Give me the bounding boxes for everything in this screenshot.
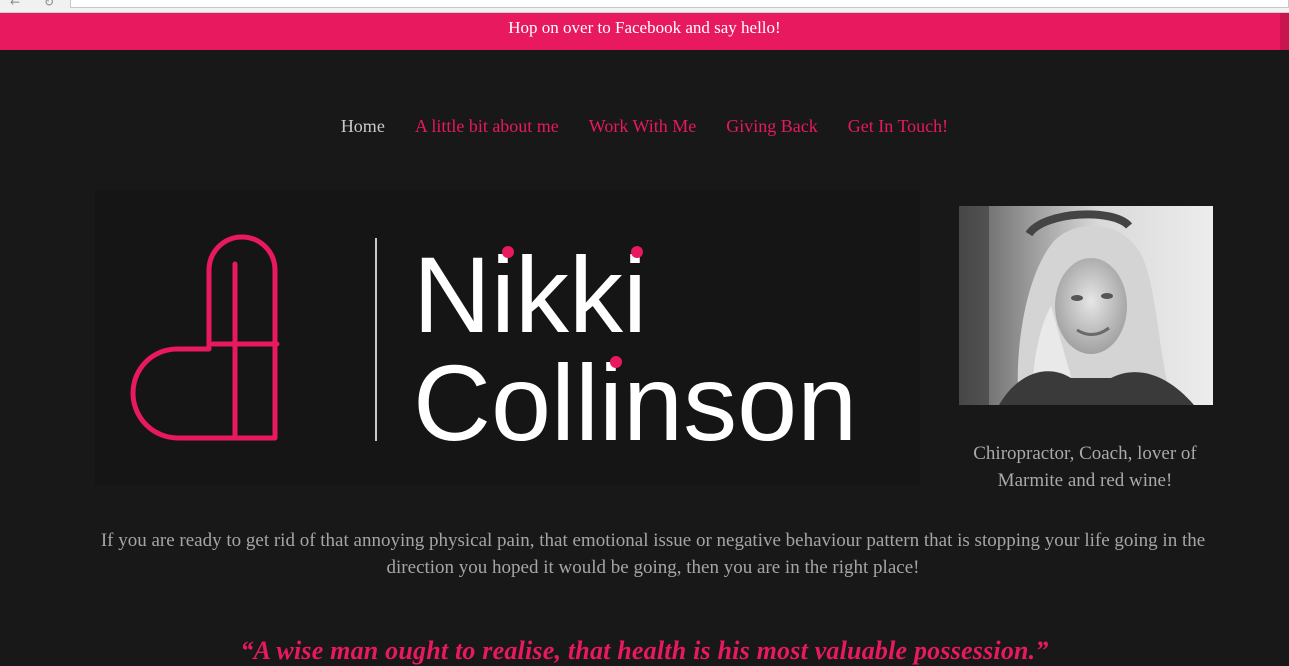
- logo-graphic: Nikki Collinson: [130, 234, 857, 463]
- logo-dot-1: [502, 246, 514, 258]
- heart-cross-icon: [130, 234, 280, 441]
- nav-item-get-in-touch[interactable]: Get In Touch!: [848, 116, 948, 137]
- nav-item-home[interactable]: Home: [341, 116, 385, 137]
- logo-dot-3: [610, 356, 622, 368]
- logo-first-name: Nikki: [413, 234, 647, 355]
- intro-paragraph: If you are ready to get rid of that anno…: [100, 530, 1206, 578]
- nav-item-about[interactable]: A little bit about me: [415, 116, 559, 137]
- logo-last-name: Collinson: [413, 342, 857, 463]
- featured-quote: “A wise man ought to realise, that healt…: [240, 636, 1049, 665]
- main-navigation: Home A little bit about me Work With Me …: [0, 116, 1289, 137]
- back-arrow-icon[interactable]: ←: [10, 0, 20, 9]
- profile-photo: [959, 206, 1213, 405]
- announcement-bar-edge: [1280, 13, 1289, 50]
- logo-dot-2: [631, 246, 643, 258]
- browser-chrome-strip: ← ↻: [0, 0, 1289, 13]
- site-logo[interactable]: Nikki Collinson: [95, 190, 920, 485]
- profile-caption: Chiropractor, Coach, lover of Marmite an…: [973, 443, 1197, 491]
- nav-item-giving-back[interactable]: Giving Back: [726, 116, 818, 137]
- announcement-text[interactable]: Hop on over to Facebook and say hello!: [508, 18, 780, 37]
- announcement-bar[interactable]: Hop on over to Facebook and say hello!: [0, 13, 1289, 50]
- nav-item-work-with-me[interactable]: Work With Me: [589, 116, 696, 137]
- address-bar[interactable]: [70, 0, 1289, 8]
- reload-icon[interactable]: ↻: [44, 0, 54, 9]
